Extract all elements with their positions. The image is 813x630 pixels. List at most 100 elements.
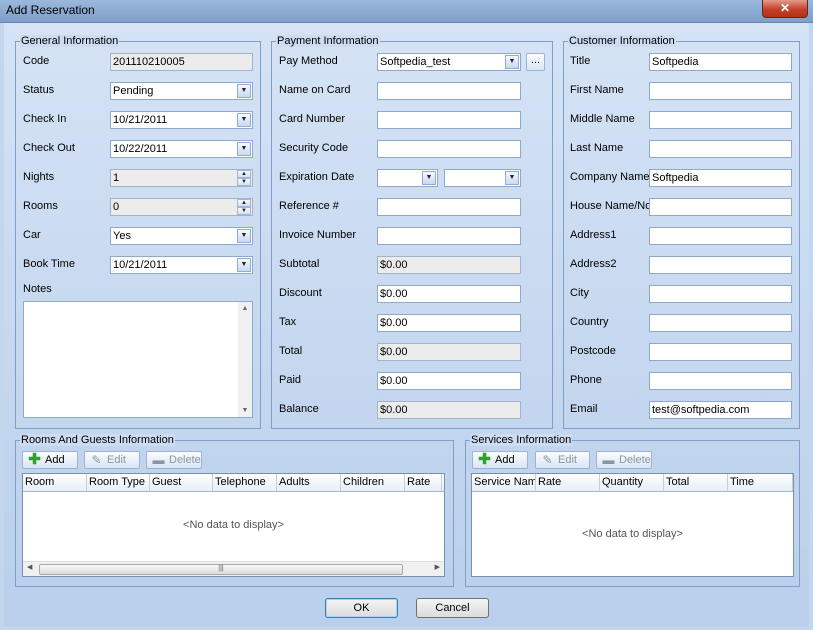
address2-input[interactable] xyxy=(649,256,792,274)
phone-input[interactable] xyxy=(649,372,792,390)
city-input[interactable] xyxy=(649,285,792,303)
balance-label: Balance xyxy=(279,403,319,415)
postcode-input[interactable] xyxy=(649,343,792,361)
column-header[interactable]: Room xyxy=(23,474,87,491)
spin-down-icon[interactable]: ▼ xyxy=(237,207,251,215)
scroll-thumb[interactable]: ||| xyxy=(39,564,403,575)
services-group: Services Information ✚ Add ✎ Edit ▬ Dele… xyxy=(465,434,800,587)
title-label: Title xyxy=(570,55,591,67)
total-label: Total xyxy=(279,345,303,357)
edit-service-button[interactable]: ✎ Edit xyxy=(535,451,590,469)
spin-up-icon[interactable]: ▲ xyxy=(237,170,251,178)
services-grid[interactable]: Service Nam Rate Quantity Total Time <No dat… xyxy=(471,473,794,577)
invoice-number-label: Invoice Number xyxy=(279,229,357,241)
ok-button[interactable]: OK xyxy=(325,598,398,618)
middle-name-input[interactable] xyxy=(649,111,792,129)
edit-room-button[interactable]: ✎ Edit xyxy=(84,451,140,469)
chevron-down-icon[interactable]: ▼ xyxy=(505,171,519,185)
nights-spinner[interactable]: 1 ▲ ▼ xyxy=(110,169,253,187)
pay-method-browse-button[interactable]: ... xyxy=(526,53,545,71)
payment-information-title: Payment Information xyxy=(276,35,380,47)
spin-up-icon[interactable]: ▲ xyxy=(237,199,251,207)
rooms-grid[interactable]: Room Room Type Guest Telephone Adults Childre… xyxy=(22,473,445,577)
rooms-label: Rooms xyxy=(23,200,58,212)
column-header[interactable]: Guest xyxy=(150,474,213,491)
close-button[interactable]: ✕ xyxy=(762,0,808,18)
plus-icon: ✚ xyxy=(28,451,41,468)
column-header[interactable]: Rate xyxy=(536,474,600,491)
book-time-date-picker[interactable]: 10/21/2011 ▼ xyxy=(110,256,253,274)
country-input[interactable] xyxy=(649,314,792,332)
add-service-button[interactable]: ✚ Add xyxy=(472,451,528,469)
dialog-body: General Information Code 201110210005 St… xyxy=(4,23,809,626)
chevron-down-icon[interactable]: ▼ xyxy=(237,142,251,156)
house-name-no-input[interactable] xyxy=(649,198,792,216)
cancel-button[interactable]: Cancel xyxy=(416,598,489,618)
notes-scrollbar[interactable]: ▲ ▼ xyxy=(238,302,252,417)
security-code-input[interactable] xyxy=(377,140,521,158)
chevron-down-icon[interactable]: ▼ xyxy=(505,55,519,69)
reference-label: Reference # xyxy=(279,200,339,212)
customer-information-title: Customer Information xyxy=(568,35,676,47)
scroll-left-icon[interactable]: ◀ xyxy=(27,563,32,571)
card-number-input[interactable] xyxy=(377,111,521,129)
chevron-down-icon[interactable]: ▼ xyxy=(237,229,251,243)
book-time-label: Book Time xyxy=(23,258,75,270)
check-out-label: Check Out xyxy=(23,142,75,154)
first-name-input[interactable] xyxy=(649,82,792,100)
name-on-card-input[interactable] xyxy=(377,82,521,100)
reference-input[interactable] xyxy=(377,198,521,216)
total-field: $0.00 xyxy=(377,343,521,361)
chevron-down-icon[interactable]: ▼ xyxy=(237,84,251,98)
column-header[interactable]: Children xyxy=(341,474,405,491)
status-dropdown[interactable]: Pending ▼ xyxy=(110,82,253,100)
column-header[interactable]: Rate xyxy=(405,474,442,491)
rooms-grid-scrollbar[interactable]: ◀ ||| ▶ xyxy=(23,561,444,576)
column-header[interactable]: Quantity xyxy=(600,474,664,491)
country-label: Country xyxy=(570,316,609,328)
scroll-up-icon[interactable]: ▲ xyxy=(238,305,252,312)
last-name-input[interactable] xyxy=(649,140,792,158)
title-bar: Add Reservation ✕ xyxy=(0,0,813,23)
spin-down-icon[interactable]: ▼ xyxy=(237,178,251,186)
expiration-month-dropdown[interactable]: ▼ xyxy=(377,169,438,187)
chevron-down-icon[interactable]: ▼ xyxy=(237,258,251,272)
title-input[interactable]: Softpedia xyxy=(649,53,792,71)
cancel-label: Cancel xyxy=(435,602,470,614)
house-name-no-label: House Name/No xyxy=(570,200,652,212)
column-header[interactable]: Service Nam xyxy=(472,474,536,491)
check-out-date-picker[interactable]: 10/22/2011 ▼ xyxy=(110,140,253,158)
pay-method-dropdown[interactable]: Softpedia_test ▼ xyxy=(377,53,521,71)
email-input[interactable]: test@softpedia.com xyxy=(649,401,792,419)
check-in-date-picker[interactable]: 10/21/2011 ▼ xyxy=(110,111,253,129)
address1-input[interactable] xyxy=(649,227,792,245)
pencil-icon: ✎ xyxy=(542,453,553,467)
minus-icon: ▬ xyxy=(602,453,615,467)
company-name-input[interactable]: Softpedia xyxy=(649,169,792,187)
payment-information-group: Payment Information Pay Method Softpedia… xyxy=(271,35,553,429)
column-header[interactable]: Adults xyxy=(277,474,341,491)
delete-service-button[interactable]: ▬ Delete xyxy=(596,451,652,469)
chevron-down-icon[interactable]: ▼ xyxy=(422,171,436,185)
rooms-spinner[interactable]: 0 ▲ ▼ xyxy=(110,198,253,216)
scroll-right-icon[interactable]: ▶ xyxy=(435,563,440,571)
column-header[interactable]: Total xyxy=(664,474,728,491)
tax-input[interactable]: $0.00 xyxy=(377,314,521,332)
plus-icon: ✚ xyxy=(478,451,491,468)
delete-room-button[interactable]: ▬ Delete xyxy=(146,451,202,469)
paid-input[interactable]: $0.00 xyxy=(377,372,521,390)
discount-label: Discount xyxy=(279,287,322,299)
expiration-year-dropdown[interactable]: ▼ xyxy=(444,169,521,187)
add-room-button[interactable]: ✚ Add xyxy=(22,451,78,469)
column-header[interactable]: Telephone xyxy=(213,474,277,491)
car-dropdown[interactable]: Yes ▼ xyxy=(110,227,253,245)
code-field[interactable]: 201110210005 xyxy=(110,53,253,71)
discount-input[interactable]: $0.00 xyxy=(377,285,521,303)
scroll-down-icon[interactable]: ▼ xyxy=(238,407,252,414)
chevron-down-icon[interactable]: ▼ xyxy=(237,113,251,127)
column-header[interactable]: Time xyxy=(728,474,793,491)
rooms-grid-header: Room Room Type Guest Telephone Adults Childre… xyxy=(23,474,444,492)
invoice-number-input[interactable] xyxy=(377,227,521,245)
column-header[interactable]: Room Type xyxy=(87,474,150,491)
notes-textarea[interactable]: ▲ ▼ xyxy=(23,301,253,418)
